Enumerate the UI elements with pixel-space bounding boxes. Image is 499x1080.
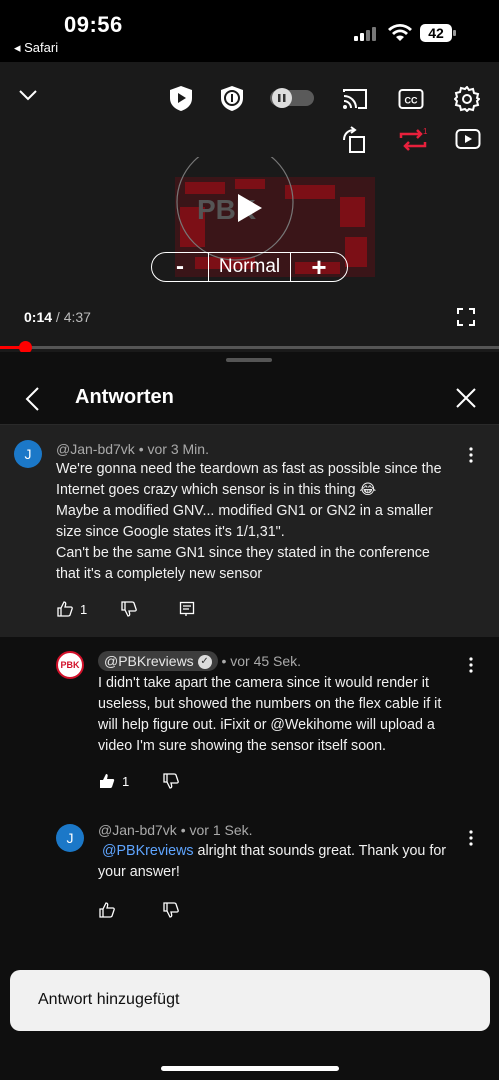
comment-line: that it's a completely new sensor	[56, 566, 263, 582]
comment-age: • vor 45 Sek.	[221, 653, 302, 669]
cellular-signal-icon	[354, 27, 376, 41]
panel-title: Antworten	[75, 386, 174, 408]
close-icon[interactable]	[455, 387, 477, 409]
thumbs-up-icon[interactable]	[57, 601, 73, 617]
toast-text: Antwort hinzugefügt	[38, 991, 180, 1008]
thumbs-down-icon[interactable]	[163, 773, 180, 789]
comment-author[interactable]: @Jan-bd7vk	[56, 441, 135, 457]
panel-drag-handle[interactable]	[226, 358, 272, 362]
comment-text: @PBKreviews alright that sounds great. T…	[98, 841, 478, 883]
shield-play-icon[interactable]	[168, 84, 194, 112]
comment-author: @PBKreviews	[104, 653, 194, 669]
comment-line: will help figure out. iFixit or @Wekihom…	[98, 717, 435, 733]
like-count: 1	[122, 773, 130, 789]
comment-line: Internet goes crazy which sensor is in t…	[56, 482, 377, 498]
comment-meta: @Jan-bd7vk • vor 3 Min.	[56, 441, 209, 457]
comment-text: We're gonna need the teardown as fast as…	[56, 459, 476, 585]
comment-meta: @Jan-bd7vk • vor 1 Sek.	[98, 822, 253, 838]
thumbs-up-icon[interactable]	[99, 902, 115, 918]
comment-age: • vor 3 Min.	[138, 441, 209, 457]
comment-age: • vor 1 Sek.	[180, 822, 253, 838]
snackbar-toast: Antwort hinzugefügt	[10, 970, 490, 1031]
collapse-chevron-icon[interactable]	[18, 88, 38, 102]
avatar[interactable]: J	[56, 824, 84, 852]
status-bar: 09:56 ◂ Safari 42	[0, 0, 499, 62]
mention-link[interactable]: @PBKreviews	[102, 843, 194, 859]
comment-author[interactable]: @Jan-bd7vk	[98, 822, 177, 838]
rotate-screen-icon[interactable]	[340, 126, 368, 154]
captions-icon[interactable]: CC	[398, 88, 424, 110]
parent-comment: J @Jan-bd7vk • vor 3 Min. We're gonna ne…	[0, 425, 499, 637]
comment-meta: @PBKreviews ✓ • vor 45 Sek.	[98, 651, 302, 672]
video-player[interactable]: CC 1 PBK - Normal + 0:14 / 4:37	[0, 62, 499, 354]
comment-line: @PBKreviews alright that sounds great. T…	[98, 841, 478, 862]
comment-line: Maybe a modified GNV... modified GN1 or …	[56, 503, 433, 519]
thumbs-down-icon[interactable]	[121, 601, 138, 617]
home-indicator[interactable]	[161, 1066, 339, 1071]
battery-icon: 42	[420, 24, 456, 42]
reply-comment: PBK @PBKreviews ✓ • vor 45 Sek. I didn't…	[0, 647, 499, 797]
speed-increase-button[interactable]: +	[291, 252, 347, 282]
settings-gear-icon[interactable]	[454, 86, 480, 112]
speed-decrease-button[interactable]: -	[152, 253, 209, 281]
verified-icon: ✓	[197, 655, 212, 670]
svg-text:1: 1	[423, 128, 428, 136]
comment-line: your answer!	[98, 864, 180, 880]
reply-comment: J @Jan-bd7vk • vor 1 Sek. @PBKreviews al…	[0, 822, 499, 922]
duration: / 4:37	[55, 309, 91, 325]
status-time: 09:56	[64, 12, 123, 37]
comment-actions: 1	[99, 773, 180, 789]
autoplay-toggle[interactable]	[270, 88, 314, 108]
creator-badge[interactable]: @PBKreviews ✓	[98, 651, 218, 672]
comment-line: I didn't take apart the camera since it …	[98, 675, 429, 691]
avatar[interactable]: J	[14, 440, 42, 468]
battery-level: 42	[428, 25, 444, 41]
reply-icon[interactable]	[179, 601, 195, 617]
comment-actions	[99, 902, 179, 918]
play-icon[interactable]	[236, 192, 264, 224]
wifi-icon	[388, 24, 412, 41]
comment-line-text: alright that sounds great. Thank you for	[193, 843, 447, 859]
repeat-one-icon[interactable]: 1	[398, 128, 428, 152]
comment-line: useless, but showed the numbers on the f…	[98, 696, 442, 712]
back-to-safari-link[interactable]: ◂ Safari	[14, 40, 58, 56]
current-time: 0:14	[24, 309, 53, 325]
svg-text:CC: CC	[405, 96, 418, 106]
back-arrow-icon[interactable]	[24, 386, 40, 412]
comment-text: I didn't take apart the camera since it …	[98, 673, 478, 757]
cast-icon[interactable]	[342, 88, 368, 110]
fullscreen-icon[interactable]	[457, 308, 475, 326]
speed-value: Normal	[209, 253, 291, 281]
avatar[interactable]: PBK	[56, 651, 84, 679]
comment-line: Can't be the same GN1 since they stated …	[56, 545, 430, 561]
comment-line: size since Google states it's 1/1,31".	[56, 524, 285, 540]
progress-bar[interactable]	[0, 346, 499, 349]
comment-line: We're gonna need the teardown as fast as…	[56, 461, 442, 477]
panel-header: Antworten	[0, 372, 499, 424]
more-options-icon[interactable]	[469, 657, 473, 673]
thumbs-down-icon[interactable]	[163, 902, 179, 918]
timecode: 0:14 / 4:37	[24, 309, 91, 325]
comment-line: video I'm sure showing the sensor itself…	[98, 738, 387, 754]
like-count: 1	[80, 601, 88, 617]
thumbs-up-filled-icon[interactable]	[99, 773, 115, 789]
info-shield-icon[interactable]	[219, 84, 245, 112]
playback-speed-control: - Normal +	[151, 252, 348, 282]
youtube-open-icon[interactable]	[455, 128, 481, 150]
comment-actions: 1	[57, 601, 195, 617]
